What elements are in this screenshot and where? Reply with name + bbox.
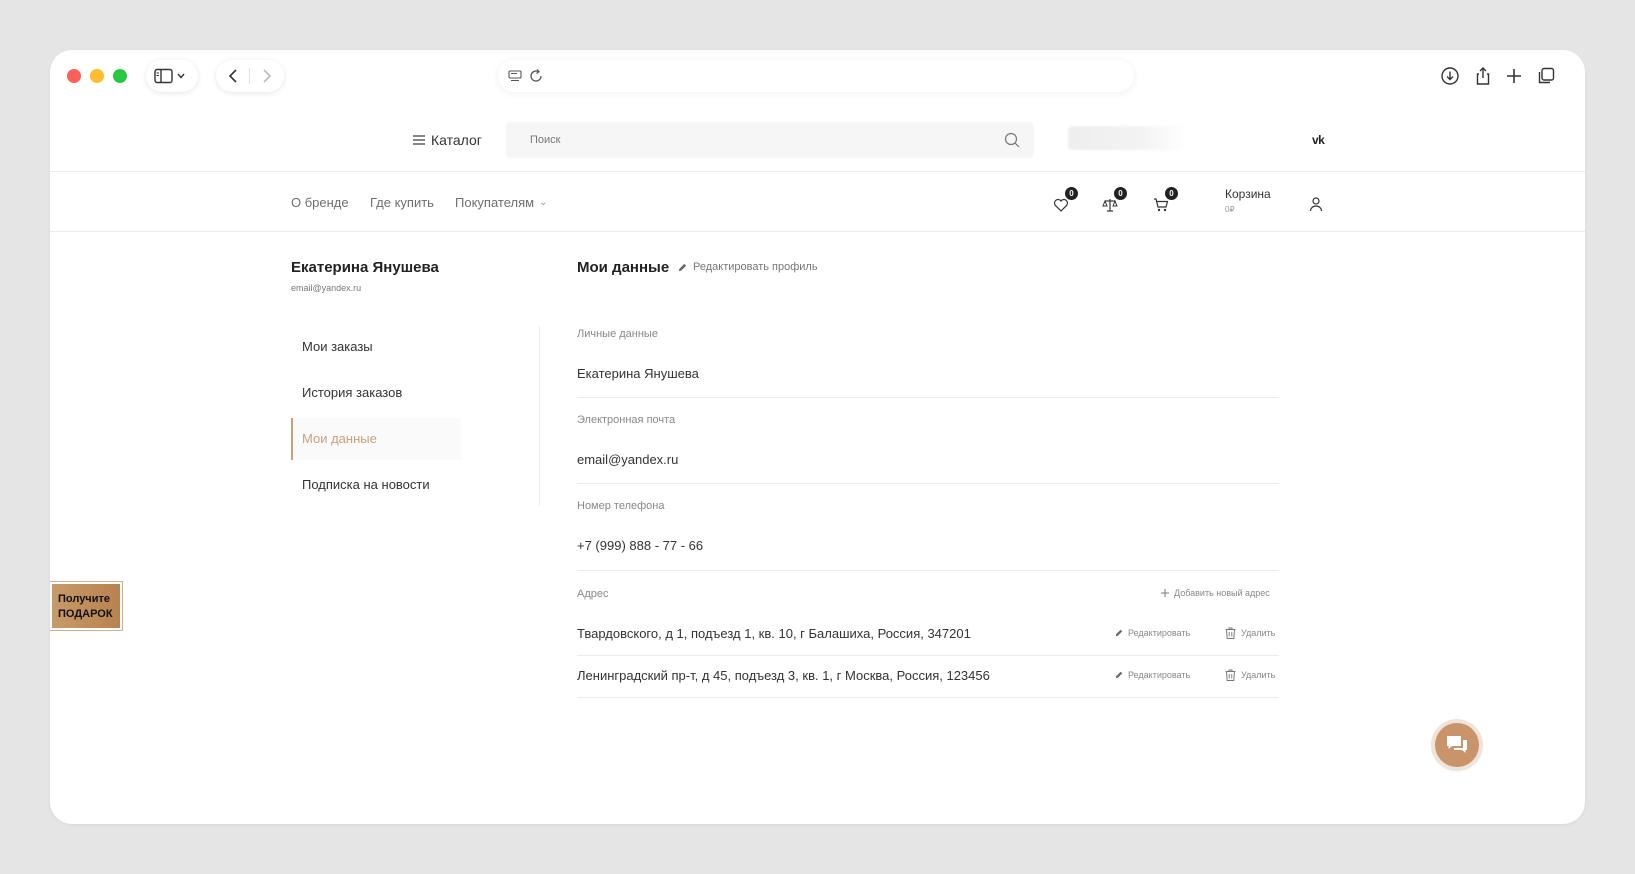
forward-icon[interactable] [258, 68, 274, 84]
pencil-icon [1115, 629, 1123, 637]
add-address-button[interactable]: Добавить новый адрес [1161, 588, 1270, 598]
field-divider [577, 570, 1279, 571]
menu-icon [413, 135, 425, 145]
sidebar-item-my-data[interactable]: Мои данные [291, 418, 461, 460]
favorites-button[interactable]: 0 [1050, 187, 1078, 215]
reload-icon[interactable] [528, 68, 544, 84]
scales-icon [1102, 199, 1118, 212]
nav-link-brand[interactable]: О бренде [291, 195, 349, 210]
phone-label: Номер телефона [577, 500, 665, 512]
browser-actions [1440, 60, 1570, 92]
sidebar-toggle-button[interactable] [146, 60, 198, 92]
back-icon[interactable] [226, 68, 242, 84]
phone-value: +7 (999) 888 - 77 - 66 [577, 538, 704, 553]
email-label: Электронная почта [577, 414, 676, 426]
field-divider [577, 483, 1279, 484]
delete-address-button[interactable]: Удалить [1225, 669, 1275, 681]
edit-profile-link[interactable]: Редактировать профиль [678, 261, 818, 273]
cart-label[interactable]: Корзина [1225, 187, 1271, 201]
sidebar-item-newsletter[interactable]: Подписка на новости [291, 464, 461, 506]
catalog-button[interactable]: Каталог [413, 128, 482, 152]
nav-divider [50, 231, 1585, 232]
delete-address-label: Удалить [1241, 670, 1276, 680]
share-icon[interactable] [1473, 66, 1493, 86]
user-icon[interactable] [1308, 196, 1324, 212]
edit-address-button[interactable]: Редактировать [1115, 628, 1190, 638]
gift-line-1: Получите [58, 593, 110, 605]
sidebar-icon [154, 68, 185, 84]
trash-icon [1225, 627, 1236, 639]
divider [249, 68, 250, 84]
cart-button[interactable]: 0 [1150, 187, 1178, 215]
main-nav: О бренде Где купить Покупателям 0 0 [50, 171, 1585, 231]
compare-button[interactable]: 0 [1099, 187, 1127, 215]
address-bar[interactable] [498, 60, 1134, 92]
pencil-icon [678, 263, 687, 271]
search-icon[interactable] [1004, 132, 1020, 148]
trash-icon [1225, 669, 1236, 681]
delete-address-label: Удалить [1241, 628, 1276, 638]
delete-address-button[interactable]: Удалить [1225, 627, 1275, 639]
email-value: email@yandex.ru [577, 452, 679, 467]
chat-button[interactable] [1435, 723, 1479, 767]
cart-price: 0₽ [1225, 205, 1235, 214]
nav-link-customers[interactable]: Покупателям [455, 195, 547, 210]
search-input[interactable] [506, 122, 1034, 158]
edit-address-label: Редактировать [1128, 628, 1191, 638]
address-text: Ленинградский пр-т, д 45, подъезд 3, кв.… [577, 668, 990, 683]
profile-email: email@yandex.ru [291, 283, 362, 293]
download-icon[interactable] [1440, 66, 1460, 86]
minimize-window-button[interactable] [90, 69, 104, 83]
vk-icon[interactable]: vk [1312, 133, 1325, 147]
edit-profile-label: Редактировать профиль [693, 261, 818, 273]
vertical-divider [539, 326, 540, 506]
gift-line-2: ПОДАРОК [58, 608, 113, 620]
profile-name: Екатерина Янушева [291, 259, 439, 276]
tabs-overview-icon[interactable] [1536, 66, 1556, 86]
pencil-icon [1115, 671, 1123, 679]
browser-toolbar [50, 50, 1585, 102]
blurred-placeholder [1068, 126, 1188, 150]
add-address-label: Добавить новый адрес [1174, 588, 1270, 598]
heart-icon [1053, 198, 1069, 212]
favorites-count-badge: 0 [1065, 187, 1078, 200]
cart-count-badge: 0 [1165, 187, 1178, 200]
search-box [506, 122, 1034, 158]
chat-icon [1447, 736, 1467, 753]
gift-promo-tab[interactable]: Получите ПОДАРОК [50, 581, 123, 631]
new-tab-icon[interactable] [1504, 66, 1524, 86]
nav-link-where-to-buy[interactable]: Где купить [370, 195, 434, 210]
sidebar-item-order-history[interactable]: История заказов [291, 372, 461, 414]
browser-window: Каталог vk О бренде Где купить Покупател… [50, 50, 1585, 824]
history-nav [216, 60, 284, 92]
page-settings-icon[interactable] [508, 69, 522, 83]
personal-data-value: Екатерина Янушева [577, 366, 699, 381]
cart-icon [1154, 198, 1169, 212]
edit-address-button[interactable]: Редактировать [1115, 670, 1190, 680]
personal-data-label: Личные данные [577, 328, 658, 340]
catalog-label: Каталог [431, 132, 482, 148]
page-title: Мои данные [577, 259, 670, 276]
address-divider [577, 697, 1279, 698]
close-window-button[interactable] [67, 69, 81, 83]
address-text: Твардовского, д 1, подъезд 1, кв. 10, г … [577, 626, 971, 641]
plus-icon [1161, 589, 1169, 597]
field-divider [577, 397, 1279, 398]
compare-count-badge: 0 [1114, 187, 1127, 200]
address-divider [577, 655, 1279, 656]
address-label: Адрес [577, 588, 609, 600]
edit-address-label: Редактировать [1128, 670, 1191, 680]
maximize-window-button[interactable] [113, 69, 127, 83]
sidebar-item-orders[interactable]: Мои заказы [291, 326, 461, 368]
